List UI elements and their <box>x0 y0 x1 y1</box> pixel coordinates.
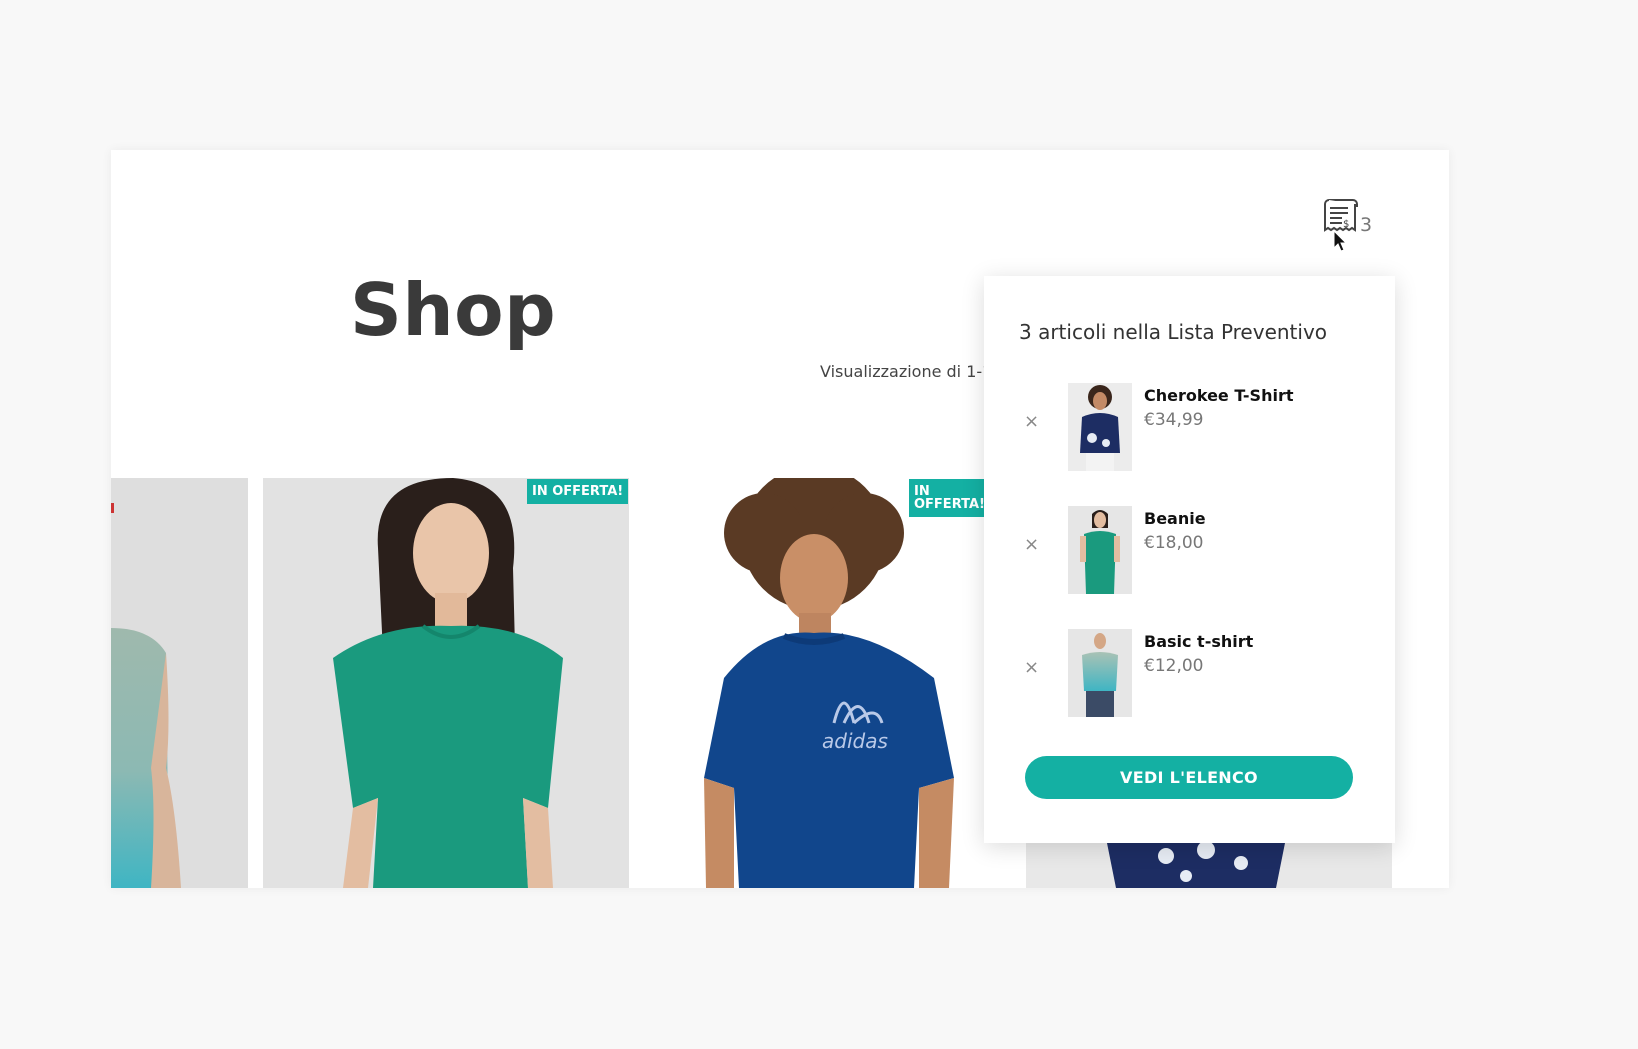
remove-item-button[interactable]: × <box>1024 659 1039 677</box>
item-name[interactable]: Basic t-shirt <box>1144 632 1253 651</box>
svg-text:$: $ <box>1343 219 1349 230</box>
svg-text:adidas: adidas <box>822 729 888 753</box>
item-name[interactable]: Cherokee T-Shirt <box>1144 386 1294 405</box>
product-image <box>111 478 248 888</box>
product-image: adidas <box>644 478 1010 888</box>
view-list-button[interactable]: VEDI L'ELENCO <box>1025 756 1353 799</box>
sale-badge: IN OFFERTA! <box>527 479 629 504</box>
quote-list-title: 3 articoli nella Lista Preventivo <box>1019 320 1328 344</box>
product-card[interactable]: adidas IN OFFERTA! <box>644 478 1010 888</box>
quote-count-badge: 3 <box>1360 214 1373 236</box>
product-card[interactable] <box>111 478 248 888</box>
list-item: × Beanie €18,00 <box>984 506 1395 596</box>
item-name[interactable]: Beanie <box>1144 509 1206 528</box>
page-title: Shop <box>350 268 557 352</box>
quote-list-dropdown: 3 articoli nella Lista Preventivo × Cher… <box>984 276 1395 843</box>
item-price: €18,00 <box>1144 533 1204 553</box>
list-item: × Basic t-shirt €12,00 <box>984 629 1395 719</box>
product-image <box>263 478 629 888</box>
item-price: €12,00 <box>1144 656 1204 676</box>
mouse-cursor-icon <box>1333 230 1348 252</box>
product-card[interactable]: IN OFFERTA! <box>263 478 629 888</box>
item-thumbnail[interactable] <box>1068 506 1132 594</box>
item-thumbnail[interactable] <box>1068 383 1132 471</box>
results-count: Visualizzazione di 1-12 <box>820 362 1003 381</box>
remove-item-button[interactable]: × <box>1024 413 1039 431</box>
item-thumbnail[interactable] <box>1068 629 1132 717</box>
remove-item-button[interactable]: × <box>1024 536 1039 554</box>
item-price: €34,99 <box>1144 410 1204 430</box>
list-item: × Cherokee T-Shirt €34,99 <box>984 383 1395 473</box>
